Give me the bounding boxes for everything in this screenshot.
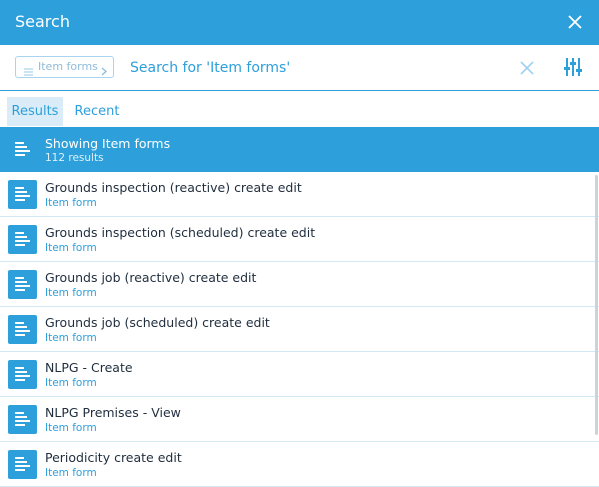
list-item[interactable]: NLPG - Create Item form — [0, 352, 599, 397]
form-icon — [8, 180, 37, 209]
scrollbar-thumb[interactable] — [595, 175, 598, 435]
list-item-type: Item form — [45, 242, 97, 254]
list-item-title: Grounds inspection (reactive) create edi… — [45, 180, 302, 195]
tab-results[interactable]: Results — [7, 97, 63, 126]
list-item[interactable]: Grounds inspection (reactive) create edi… — [0, 172, 599, 217]
filter-chip-label: Item forms — [38, 60, 98, 73]
close-icon[interactable] — [567, 14, 583, 30]
list-item[interactable]: Grounds job (reactive) create edit Item … — [0, 262, 599, 307]
search-header: Search — [0, 0, 599, 45]
list-item[interactable]: Periodicity create edit Item form — [0, 442, 599, 487]
list-item[interactable]: Grounds job (scheduled) create edit Item… — [0, 307, 599, 352]
form-icon — [8, 405, 37, 434]
tab-bar: Results Recent — [0, 97, 599, 126]
form-icon — [8, 225, 37, 254]
form-icon — [15, 142, 30, 161]
list-item-title: NLPG - Create — [45, 360, 133, 375]
summary-title: Showing Item forms — [45, 136, 171, 151]
filter-sliders-icon[interactable] — [563, 57, 583, 81]
dialog-title: Search — [15, 12, 70, 31]
list-item-type: Item form — [45, 422, 97, 434]
form-icon — [8, 450, 37, 479]
results-list: Grounds inspection (reactive) create edi… — [0, 172, 599, 487]
chevron-right-icon — [101, 63, 107, 83]
filter-chip[interactable]: Item forms — [15, 56, 114, 78]
results-summary-row[interactable]: Showing Item forms 112 results — [0, 127, 599, 172]
list-item-title: Grounds job (scheduled) create edit — [45, 315, 270, 330]
list-item-type: Item form — [45, 197, 97, 209]
list-item-title: NLPG Premises - View — [45, 405, 181, 420]
tab-recent[interactable]: Recent — [70, 97, 124, 126]
list-item-type: Item form — [45, 377, 97, 389]
form-icon — [8, 315, 37, 344]
summary-count: 112 results — [45, 152, 104, 164]
clear-icon[interactable] — [520, 60, 534, 79]
search-input[interactable] — [128, 57, 502, 79]
list-item-title: Grounds inspection (scheduled) create ed… — [45, 225, 316, 240]
list-item-type: Item form — [45, 287, 97, 299]
list-item-title: Periodicity create edit — [45, 450, 182, 465]
list-item-type: Item form — [45, 332, 97, 344]
form-icon — [8, 270, 37, 299]
list-item-type: Item form — [45, 467, 97, 479]
list-item[interactable]: NLPG Premises - View Item form — [0, 397, 599, 442]
list-item-title: Grounds job (reactive) create edit — [45, 270, 257, 285]
form-icon — [8, 360, 37, 389]
list-item[interactable]: Grounds inspection (scheduled) create ed… — [0, 217, 599, 262]
search-bar: Item forms — [0, 45, 599, 91]
list-icon — [24, 63, 33, 83]
